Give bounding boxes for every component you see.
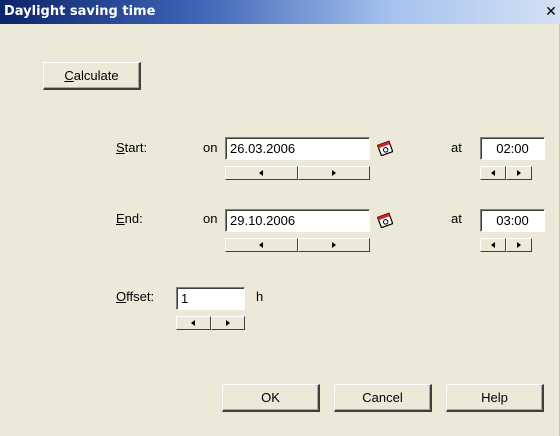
offset-spinner[interactable] <box>176 316 245 330</box>
arrow-left-icon <box>491 242 495 248</box>
start-date-spinner[interactable] <box>225 166 370 180</box>
arrow-right-icon <box>331 242 336 248</box>
start-time-spin-left[interactable] <box>480 166 506 180</box>
calculate-button[interactable]: Calculate <box>43 62 141 90</box>
calculate-accel: C <box>64 68 74 83</box>
arrow-left-icon <box>491 170 495 176</box>
start-on-label: on <box>203 140 218 155</box>
start-date-spin-right[interactable] <box>297 166 370 180</box>
end-time-spin-right[interactable] <box>506 238 532 252</box>
start-time-spin-right[interactable] <box>506 166 532 180</box>
ok-button[interactable]: OK <box>222 384 320 412</box>
arrow-left-icon <box>259 242 264 248</box>
offset-spin-right[interactable] <box>210 316 245 330</box>
offset-field[interactable]: 1 <box>176 287 245 310</box>
end-date-spin-left[interactable] <box>225 238 298 252</box>
help-button[interactable]: Help <box>446 384 544 412</box>
start-label: Start: <box>116 140 148 155</box>
arrow-left-icon <box>259 170 264 176</box>
close-icon[interactable]: ✕ <box>544 5 558 19</box>
end-time-spinner[interactable] <box>480 238 532 252</box>
calendar-icon[interactable] <box>377 212 393 228</box>
dialog-window: Daylight saving time ✕ Calculate Start: … <box>0 0 560 436</box>
start-time-field[interactable]: 02:00 <box>480 137 545 160</box>
end-time-spin-left[interactable] <box>480 238 506 252</box>
calendar-icon[interactable] <box>377 140 393 156</box>
end-on-label: on <box>203 211 218 226</box>
title-bar[interactable]: Daylight saving time ✕ <box>0 0 560 24</box>
end-date-field[interactable]: 29.10.2006 <box>225 209 370 232</box>
end-at-label: at <box>451 211 462 226</box>
end-label: End: <box>116 211 143 226</box>
start-at-label: at <box>451 140 462 155</box>
start-date-field[interactable]: 26.03.2006 <box>225 137 370 160</box>
start-time-spinner[interactable] <box>480 166 532 180</box>
offset-unit-label: h <box>256 289 264 304</box>
arrow-right-icon <box>517 242 521 248</box>
start-date-spin-left[interactable] <box>225 166 298 180</box>
cancel-button[interactable]: Cancel <box>334 384 432 412</box>
arrow-right-icon <box>225 320 230 326</box>
window-title: Daylight saving time <box>4 4 156 19</box>
calculate-label: alculate <box>73 68 119 83</box>
end-date-spin-right[interactable] <box>297 238 370 252</box>
offset-label: Offset: <box>116 289 155 304</box>
offset-spin-left[interactable] <box>176 316 211 330</box>
arrow-left-icon <box>191 320 196 326</box>
end-time-field[interactable]: 03:00 <box>480 209 545 232</box>
arrow-right-icon <box>331 170 336 176</box>
arrow-right-icon <box>517 170 521 176</box>
end-date-spinner[interactable] <box>225 238 370 252</box>
